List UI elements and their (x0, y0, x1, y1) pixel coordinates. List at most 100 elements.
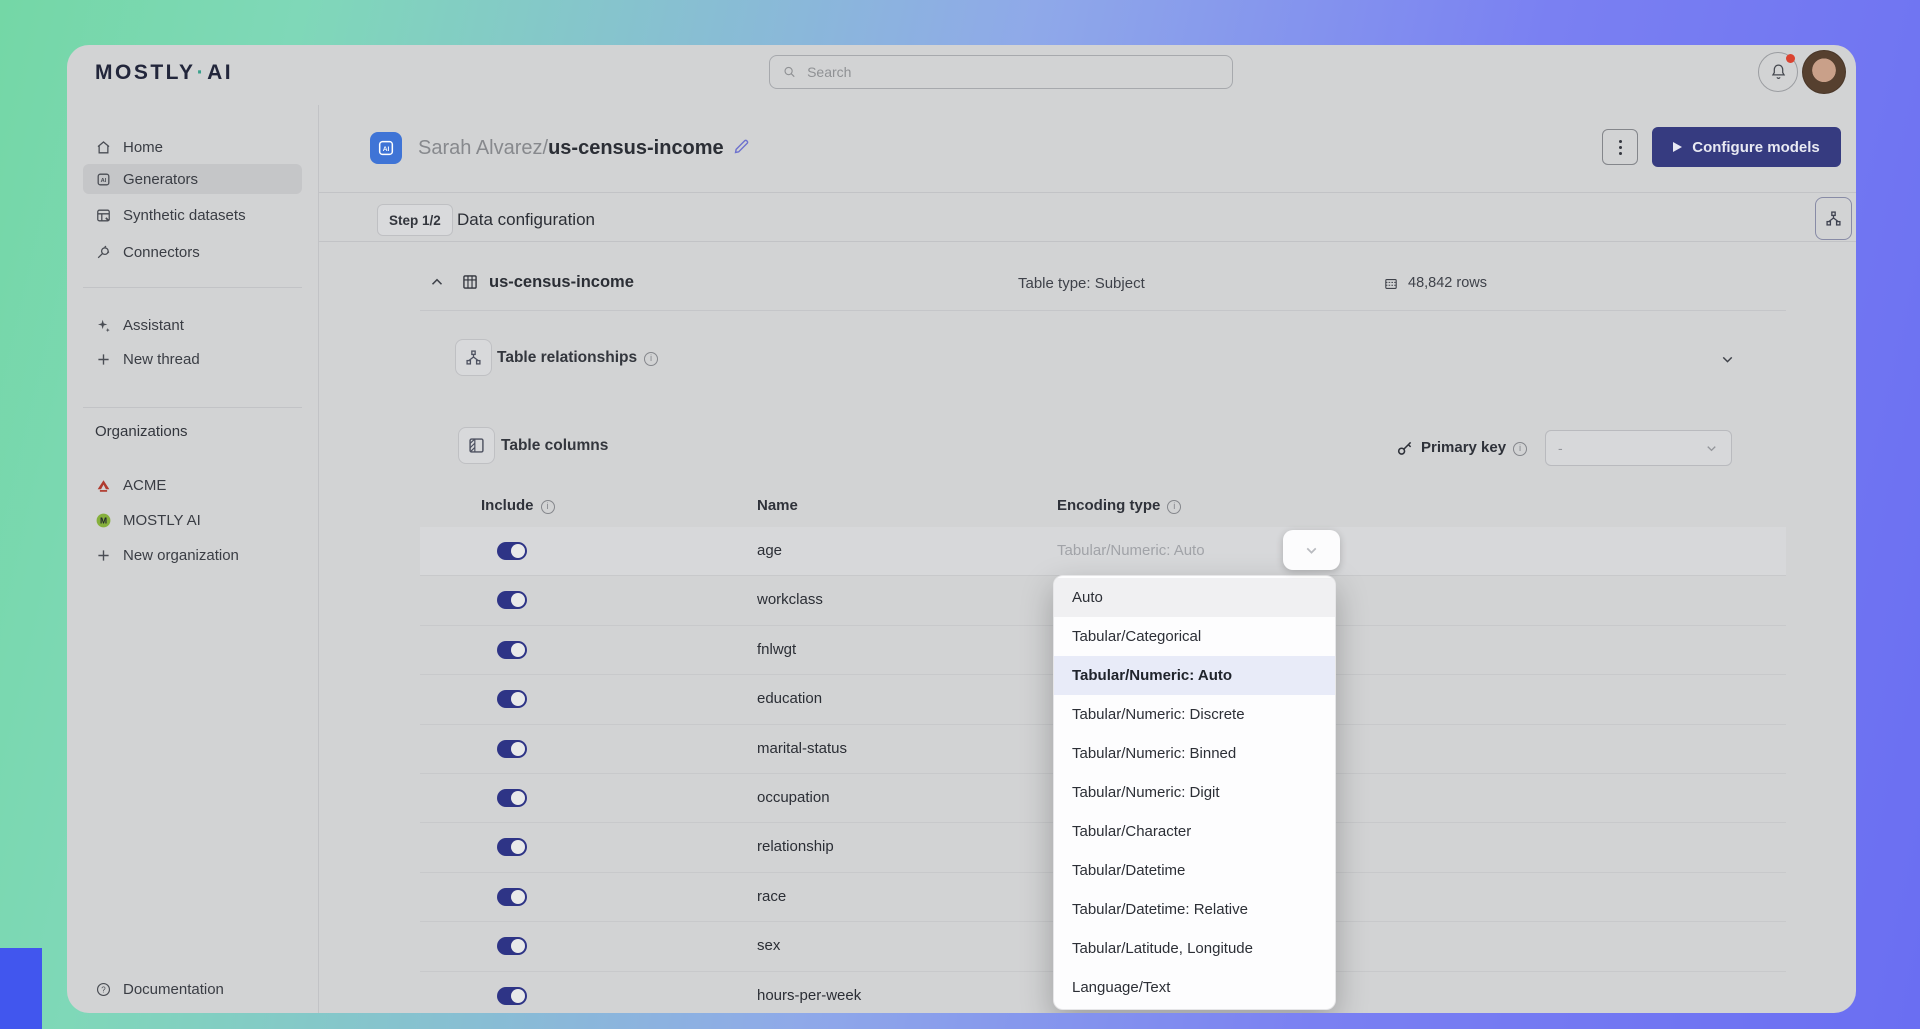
synthetic-datasets-icon (95, 207, 112, 224)
include-toggle[interactable] (497, 789, 527, 807)
mostly-org-icon: M (95, 512, 112, 529)
question-icon: ? (95, 981, 112, 998)
sidebar-item-new-thread[interactable]: New thread (83, 344, 302, 374)
encoding-option-tabular-numeric-binned[interactable]: Tabular/Numeric: Binned (1054, 734, 1335, 773)
sidebar-item-label: Connectors (123, 244, 200, 261)
row-count-label: 48,842 rows (1408, 275, 1487, 291)
include-toggle[interactable] (497, 690, 527, 708)
encoding-option-tabular-character[interactable]: Tabular/Character (1054, 812, 1335, 851)
breadcrumb-owner[interactable]: Sarah Alvarez/ (418, 137, 548, 159)
home-icon (95, 139, 112, 156)
step-chip: Step 1/2 (377, 204, 453, 236)
chevron-down-icon (1704, 441, 1719, 456)
column-name: fnlwgt (757, 641, 796, 658)
relationships-icon (464, 348, 483, 367)
columns-icon (467, 436, 486, 455)
sidebar-item-new-organization[interactable]: New organization (83, 540, 302, 570)
table-row-age: age Tabular/Numeric: Auto (420, 527, 1786, 576)
sidebar-item-assistant[interactable]: Assistant (83, 310, 302, 340)
chevron-down-icon (1303, 542, 1320, 559)
sidebar-item-label: Assistant (123, 317, 184, 334)
sidebar-item-label: New thread (123, 351, 200, 368)
connectors-icon (95, 244, 112, 261)
configure-models-label: Configure models (1692, 139, 1820, 156)
include-toggle[interactable] (497, 888, 527, 906)
include-toggle[interactable] (497, 591, 527, 609)
primary-key-label: Primary key i (1421, 439, 1527, 456)
collapse-table-icon[interactable] (428, 273, 446, 291)
primary-key-text: Primary key (1421, 439, 1506, 456)
column-name: education (757, 690, 822, 707)
sidebar-item-label: Home (123, 139, 163, 156)
include-toggle[interactable] (497, 838, 527, 856)
info-icon[interactable]: i (1167, 500, 1181, 514)
column-name: hours-per-week (757, 987, 861, 1004)
sidebar-item-connectors[interactable]: Connectors (83, 237, 302, 267)
sidebar-item-generators[interactable]: AIGenerators (83, 164, 302, 194)
table-relationships-text: Table relationships (497, 349, 637, 366)
encoding-option-tabular-categorical[interactable]: Tabular/Categorical (1054, 617, 1335, 656)
primary-key-select[interactable]: - (1545, 430, 1732, 466)
search-input[interactable] (807, 64, 1220, 80)
svg-text:AI: AI (383, 146, 390, 153)
acme-icon (95, 477, 112, 494)
column-name: occupation (757, 789, 830, 806)
organizations-heading: Organizations (95, 423, 188, 440)
encoding-dropdown-trigger[interactable] (1283, 530, 1340, 570)
logo-part1: MOSTLY (95, 61, 196, 84)
generators-icon: AI (95, 171, 112, 188)
plus-icon (95, 547, 112, 564)
global-search[interactable] (769, 55, 1233, 89)
more-actions-button[interactable] (1602, 129, 1638, 165)
include-toggle[interactable] (497, 937, 527, 955)
encoding-option-tabular-datetime-relative[interactable]: Tabular/Datetime: Relative (1054, 890, 1335, 929)
model-configuration-button[interactable] (1815, 197, 1852, 240)
encoding-option-tabular-datetime[interactable]: Tabular/Datetime (1054, 851, 1335, 890)
encoding-header-text: Encoding type (1057, 497, 1160, 514)
configure-models-button[interactable]: Configure models (1652, 127, 1841, 167)
table-columns-label: Table columns (501, 437, 608, 455)
user-avatar[interactable] (1802, 50, 1846, 94)
row-count-icon (1383, 276, 1399, 292)
include-column-header: Includei (481, 497, 555, 514)
sidebar-divider (83, 287, 302, 288)
relationships-icon-box (455, 339, 492, 376)
include-toggle[interactable] (497, 740, 527, 758)
column-name: race (757, 888, 786, 905)
sidebar-item-label: MOSTLY AI (123, 512, 201, 529)
encoding-option-auto[interactable]: Auto (1054, 578, 1335, 617)
name-column-header: Name (757, 497, 798, 514)
bell-icon (1768, 62, 1789, 83)
column-name: marital-status (757, 740, 847, 757)
info-icon[interactable]: i (644, 352, 658, 366)
sidebar-item-documentation[interactable]: ?Documentation (83, 974, 302, 1004)
ai-chip-icon: AI (375, 137, 397, 159)
include-toggle[interactable] (497, 987, 527, 1005)
notifications-button[interactable] (1758, 52, 1798, 92)
include-toggle[interactable] (497, 641, 527, 659)
table-section-divider (420, 310, 1786, 311)
include-toggle[interactable] (497, 542, 527, 560)
encoding-option-tabular-numeric-discrete[interactable]: Tabular/Numeric: Discrete (1054, 695, 1335, 734)
sidebar-item-home[interactable]: Home (83, 132, 302, 162)
edit-name-icon[interactable] (732, 137, 751, 156)
encoding-option-tabular-numeric-auto[interactable]: Tabular/Numeric: Auto (1054, 656, 1335, 695)
encoding-option-tabular-latitude-longitude[interactable]: Tabular/Latitude, Longitude (1054, 929, 1335, 968)
sidebar-item-mostly-ai[interactable]: M MOSTLY AI (83, 505, 302, 535)
logo-dot: · (196, 61, 208, 84)
info-icon[interactable]: i (1513, 442, 1527, 456)
sidebar-item-synthetic-datasets[interactable]: Synthetic datasets (83, 200, 302, 230)
model-tree-icon (1824, 209, 1843, 228)
column-name: age (757, 542, 782, 559)
encoding-dropdown-menu: AutoTabular/CategoricalTabular/Numeric: … (1053, 575, 1336, 1010)
encoding-option-tabular-numeric-digit[interactable]: Tabular/Numeric: Digit (1054, 773, 1335, 812)
unread-notification-dot (1786, 54, 1795, 63)
sidebar-divider (83, 407, 302, 408)
sidebar-item-acme[interactable]: ACME (83, 470, 302, 500)
expand-relationships-icon[interactable] (1719, 351, 1736, 368)
sidebar-item-label: New organization (123, 547, 239, 564)
column-name: sex (757, 937, 780, 954)
info-icon[interactable]: i (541, 500, 555, 514)
encoding-option-language-text[interactable]: Language/Text (1054, 968, 1335, 1007)
encoding-value[interactable]: Tabular/Numeric: Auto (1057, 542, 1205, 559)
